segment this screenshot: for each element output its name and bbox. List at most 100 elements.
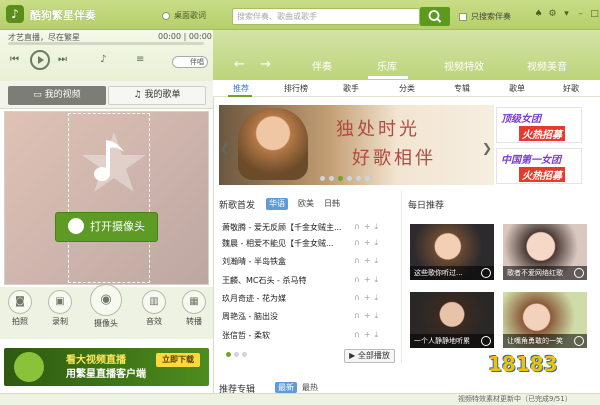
tab-my-playlists-label: 我的歌单	[144, 90, 181, 100]
tab-accompaniment[interactable]: 伴奏	[312, 58, 332, 73]
subtab-categories[interactable]: 分类	[399, 83, 415, 94]
tab-video-effects[interactable]: 视频特效	[444, 58, 484, 73]
daily-pick-card[interactable]: 歌者不爱网络红歌	[503, 224, 587, 280]
tool-camera[interactable]: ◉ 摄像头	[89, 284, 123, 329]
list-item[interactable]: 刘瀚晴 - 半岛铁盒 ∩+⤓	[222, 256, 397, 270]
tool-relay[interactable]: ▦ 转播	[177, 290, 211, 327]
side-ad-1-sub: 火热招募	[519, 126, 565, 141]
equalizer-icon[interactable]: ≡	[136, 54, 144, 65]
ad-subline: 用繁星直播客户端	[66, 369, 146, 380]
pager-dot[interactable]	[234, 352, 239, 357]
pager-dot[interactable]	[320, 176, 325, 181]
filter-western[interactable]: 欧美	[295, 198, 317, 210]
progress-bar[interactable]	[8, 42, 204, 45]
ad-headline: 看大视频直播	[66, 355, 126, 366]
list-item[interactable]: 玖月奇迹 - 花为媒 ∩+⤓	[222, 293, 397, 307]
active-tab-indicator	[368, 76, 408, 79]
banner-headline-2: 好歌相伴	[352, 148, 436, 169]
daily-pick-card[interactable]: 这些歌你听过...	[410, 224, 494, 280]
song-actions-icons[interactable]: ∩+⤓	[354, 256, 382, 266]
subtab-albums[interactable]: 专辑	[454, 83, 470, 94]
side-ad-1[interactable]: 顶级女团 火热招募	[496, 107, 582, 143]
list-item[interactable]: 张信哲 - 柔软 ∩+⤓	[222, 330, 397, 344]
filter-hottest[interactable]: 最热	[302, 382, 318, 393]
song-actions-icons[interactable]: ∩+⤓	[354, 293, 382, 303]
filter-newest[interactable]: 最新	[275, 382, 297, 393]
status-text: 视频特效素材更新中（已完成9/51）	[458, 395, 572, 403]
window-controls: ♠ ⚙ ▾ – □ ✕	[534, 9, 600, 19]
list-item[interactable]: 王麟、MC石头 - 杀马特 ∩+⤓	[222, 275, 397, 289]
filter-jp-kr[interactable]: 日韩	[321, 198, 343, 210]
song-actions-icons[interactable]: ∩+⤓	[354, 330, 382, 340]
banner-next-icon[interactable]: ❯	[482, 141, 492, 155]
list-item[interactable]: 周艳泓 - 脑出没 ∩+⤓	[222, 311, 397, 325]
desktop-lyric-label: 桌面歌词	[174, 11, 206, 20]
pager-dot[interactable]	[347, 176, 352, 181]
tv-icon: ▭	[33, 90, 45, 100]
daily-pick-card[interactable]: 一个人静静地听累	[410, 292, 494, 348]
tab-music-library[interactable]: 乐库	[377, 58, 397, 73]
tool-relay-label: 转播	[186, 317, 202, 326]
song-actions-icons[interactable]: ∩+⤓	[354, 275, 382, 285]
pager-dot[interactable]	[329, 176, 334, 181]
song-actions-icons[interactable]: ∩+⤓	[354, 238, 382, 248]
pager-dot-active[interactable]	[226, 352, 231, 357]
tool-sound-effects[interactable]: ▥ 音效	[137, 290, 171, 327]
subtab-recommend[interactable]: 推荐	[233, 83, 249, 94]
next-icon[interactable]: ⏭	[58, 54, 67, 65]
back-arrow-icon[interactable]: ←	[234, 57, 245, 72]
volume-icon[interactable]: ♪	[100, 54, 106, 65]
song-title: 魏晨 - 相爱不能见【千金女贼...	[222, 239, 334, 248]
play-icon	[38, 56, 44, 64]
subtab-active-indicator	[228, 95, 252, 97]
play-icon	[574, 336, 584, 346]
tab-my-playlists[interactable]: ♫ 我的歌单	[108, 86, 206, 105]
list-item[interactable]: 萧敬腾 - 爱无反顾【千金女贼主... ∩+⤓	[222, 222, 397, 236]
subtab-good-songs[interactable]: 好歌	[563, 83, 579, 94]
open-camera-button[interactable]: 打开摄像头	[55, 212, 158, 242]
tab-my-videos[interactable]: ▭ 我的视频	[8, 86, 106, 105]
download-now-button[interactable]: 立即下载	[156, 353, 200, 367]
tab-my-videos-label: 我的视频	[44, 90, 81, 100]
play-icon: ▶	[349, 351, 358, 360]
pager-dot[interactable]	[365, 176, 370, 181]
skin-icon[interactable]: ♠	[534, 9, 543, 19]
play-all-button[interactable]: ▶ 全部播放	[344, 349, 395, 363]
desktop-lyric-toggle[interactable]: 桌面歌词	[162, 10, 206, 21]
subtab-singers[interactable]: 歌手	[343, 83, 359, 94]
play-button[interactable]	[30, 50, 50, 70]
music-icon: ♫	[133, 90, 145, 100]
minimize-icon[interactable]: –	[576, 9, 585, 19]
pager-dot[interactable]	[242, 352, 247, 357]
sing-along-toggle[interactable]: 伴唱	[172, 56, 208, 68]
pager-dot[interactable]	[356, 176, 361, 181]
side-ad-1-title: 顶级女团	[501, 114, 541, 125]
menu-icon[interactable]: ▾	[562, 9, 571, 19]
daily-pick-card[interactable]: 让嘴角勇敢的一笑	[503, 292, 587, 348]
search-icon	[428, 10, 442, 23]
song-actions-icons[interactable]: ∩+⤓	[354, 222, 382, 232]
only-accompaniment-checkbox[interactable]: 只搜索伴奏	[459, 11, 511, 22]
search-input[interactable]: 搜索伴奏、歌曲或歌手	[232, 8, 420, 25]
side-ad-2[interactable]: 中国第一女团 火热招募	[496, 148, 582, 184]
webcam-icon	[68, 218, 84, 234]
subtab-playlists[interactable]: 歌单	[509, 83, 525, 94]
banner-prev-icon[interactable]: ❮	[220, 141, 230, 155]
column-divider	[401, 190, 402, 365]
settings-icon[interactable]: ⚙	[548, 9, 557, 19]
forward-arrow-icon[interactable]: →	[260, 57, 271, 72]
filter-chinese[interactable]: 华语	[266, 198, 288, 210]
subtab-charts[interactable]: 排行榜	[284, 83, 308, 94]
panel-divider	[213, 80, 214, 393]
side-ad-2-sub: 火热招募	[519, 167, 565, 182]
song-actions-icons[interactable]: ∩+⤓	[354, 311, 382, 321]
only-accompaniment-label: 只搜索伴奏	[471, 12, 511, 21]
search-button[interactable]	[420, 7, 450, 26]
tool-photo[interactable]: ◙ 拍照	[3, 290, 37, 327]
list-item[interactable]: 魏晨 - 相爱不能见【千金女贼... ∩+⤓	[222, 238, 397, 252]
previous-icon[interactable]: ⏮	[10, 54, 19, 65]
maximize-icon[interactable]: □	[590, 9, 599, 19]
tab-video-beauty[interactable]: 视频美音	[527, 58, 567, 73]
pager-dot-active[interactable]	[338, 176, 343, 181]
tool-record[interactable]: ▣ 录制	[43, 290, 77, 327]
